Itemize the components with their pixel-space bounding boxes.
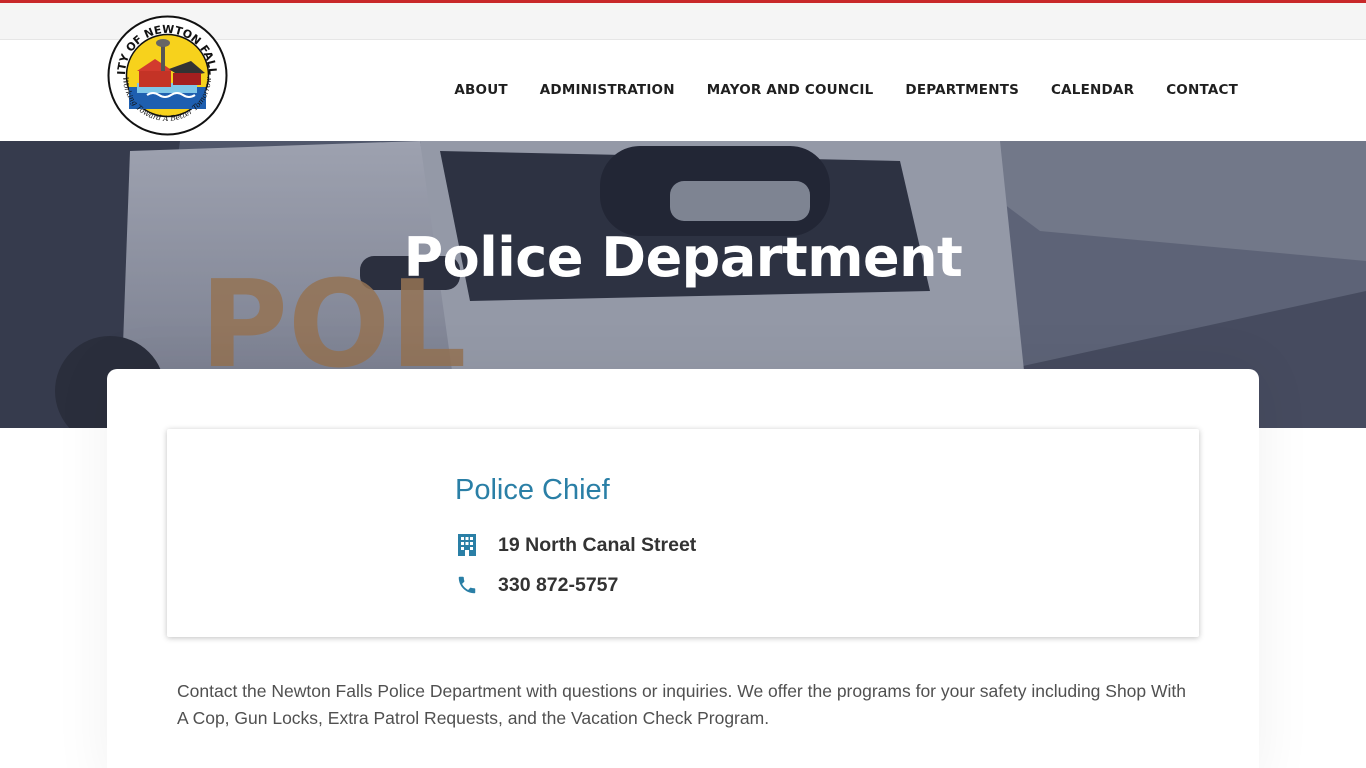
nav-calendar[interactable]: CALENDAR	[1051, 82, 1134, 98]
address-text: 19 North Canal Street	[498, 533, 697, 556]
nav-administration[interactable]: ADMINISTRATION	[540, 82, 675, 98]
site-header: CITY OF NEWTON FALLS "Working Toward A B…	[0, 5, 1366, 141]
phone-icon	[455, 573, 479, 597]
city-logo[interactable]: CITY OF NEWTON FALLS "Working Toward A B…	[103, 5, 228, 136]
department-description: Contact the Newton Falls Police Departme…	[177, 681, 1187, 728]
building-icon	[455, 533, 479, 557]
city-seal-icon: CITY OF NEWTON FALLS "Working Toward A B…	[103, 5, 228, 136]
main-nav: ABOUT ADMINISTRATION MAYOR AND COUNCIL D…	[422, 82, 1238, 98]
nav-departments[interactable]: DEPARTMENTS	[905, 82, 1019, 98]
nav-contact[interactable]: CONTACT	[1166, 82, 1238, 98]
phone-text[interactable]: 330 872-5757	[498, 574, 618, 597]
phone-row[interactable]: 330 872-5757	[455, 573, 618, 597]
police-chief-card: Police Chief 19 North Canal Street 330 8…	[167, 429, 1199, 637]
nav-mayor-and-council[interactable]: MAYOR AND COUNCIL	[707, 82, 874, 98]
chief-title: Police Chief	[455, 474, 610, 506]
nav-about[interactable]: ABOUT	[454, 82, 507, 98]
address-row: 19 North Canal Street	[455, 533, 696, 557]
page-title: Police Department	[403, 226, 963, 289]
